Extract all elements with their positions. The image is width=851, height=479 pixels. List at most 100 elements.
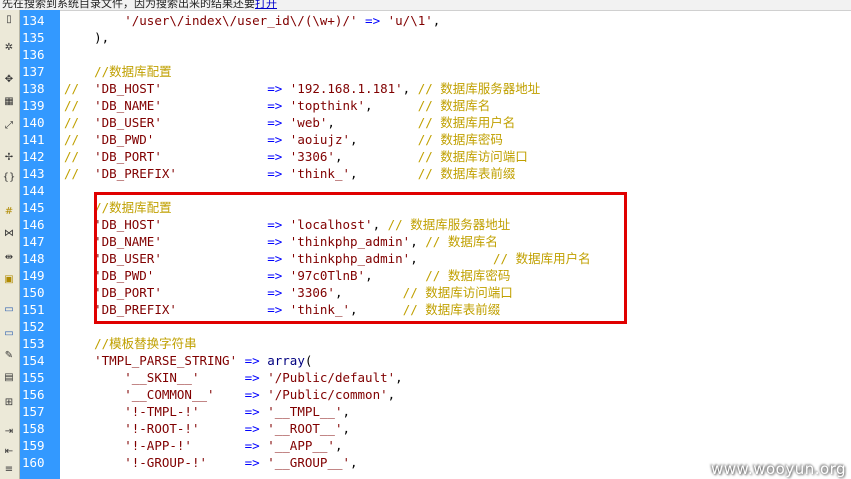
code-token: 'localhost' [289,217,373,232]
image-icon[interactable]: ▣ [2,272,16,286]
line-number: 152 [22,319,45,334]
code-token: , [334,438,343,453]
code-token: 'DB_PREFIX' [94,302,177,317]
line-number: 158 [22,421,45,436]
hash-icon[interactable]: # [2,204,16,218]
code-token: , [402,81,418,96]
table-icon[interactable]: ⊞ [2,395,16,409]
line-number: 134 [22,13,45,28]
code-token: => [267,149,290,164]
split-icon[interactable]: ⇹ [2,250,16,264]
move-icon[interactable]: ✥ [2,72,16,86]
line-number: 157 [22,404,45,419]
code-token: , [350,166,418,181]
code-token: '97c0TlnB' [289,268,366,283]
line-number: 142 [22,149,45,164]
code-token: ), [64,30,110,45]
gear-icon[interactable]: ✲ [2,40,16,54]
code-token: , [350,455,358,470]
code-token: 'u/\1' [387,13,433,28]
code-token: '!-APP-!' [124,438,192,453]
outdent-icon[interactable]: ⇤ [2,444,16,458]
code-token: // [64,132,95,147]
code-token: '!-GROUP-!' [124,455,208,470]
code-token: => [244,404,268,419]
code-token: // [64,81,95,96]
code-token: '__TMPL__' [267,404,343,419]
indent-icon[interactable]: ⇥ [2,424,16,438]
edit-icon[interactable]: ✎ [2,348,16,362]
code-token: '3306' [289,149,335,164]
code-token: 'DB_PWD' [94,268,155,283]
select-icon[interactable]: ▦ [2,94,16,108]
code-token: => [244,387,268,402]
code-token: // 数据库用户名 [417,115,516,130]
code-token: => [267,302,290,317]
line-number: 146 [22,217,45,232]
code-token: => [244,438,268,453]
code-token: 'thinkphp_admin' [289,251,411,266]
code-token: '!-ROOT-!' [124,421,200,436]
code-token: => [267,132,290,147]
code-token: // [64,115,95,130]
code-token: => [267,285,290,300]
code-token: , [387,387,396,402]
code-token: 'DB_HOST' [94,81,162,96]
code-token: // 数据库表前缀 [402,302,501,317]
line-number: 140 [22,115,45,130]
code-token: , [327,115,418,130]
wrap-icon[interactable]: ⋈ [2,226,16,240]
code-token: , [365,98,418,113]
line-number: 136 [22,47,45,62]
code-token: // 数据库访问端口 [402,285,513,300]
line-number: 159 [22,438,45,453]
code-token: '!-TMPL-!' [124,404,200,419]
line-number: 154 [22,353,45,368]
line-number: 150 [22,285,45,300]
comment-add-icon[interactable]: ▭ [2,326,16,340]
code-token: => [244,455,268,470]
braces-icon[interactable]: {} [2,170,16,184]
code-token: , [410,234,426,249]
document-icon[interactable]: ▤ [2,370,16,384]
code-token: '__COMMON__' [124,387,215,402]
line-number: 139 [22,98,45,113]
comment-icon[interactable]: ▭ [2,302,16,316]
code-token: // 数据库密码 [417,132,503,147]
code-token: '__SKIN__' [124,370,200,385]
code-token: , [342,421,351,436]
code-token: '/user\/index\/user_id\/(\w+)/' [124,13,358,28]
new-file-icon[interactable]: ▯ [2,12,16,26]
expand-icon[interactable]: ⤢ [2,118,16,132]
code-token: 'DB_NAME' [94,234,162,249]
code-token: 'think_' [289,302,351,317]
title-link[interactable]: 打开 [255,0,277,10]
code-token: 'topthink' [289,98,366,113]
line-number: 155 [22,370,45,385]
line-number: 153 [22,336,45,351]
collapse-icon[interactable]: ✢ [2,150,16,164]
code-token: => [244,370,268,385]
code-token: // [64,98,95,113]
list-icon[interactable]: ≡ [2,462,16,476]
code-token: , [372,217,388,232]
code-token: 'DB_PORT' [94,285,162,300]
code-token: , [350,302,403,317]
code-token: => [267,251,290,266]
code-editor[interactable]: 134 '/user\/index\/user_id\/(\w+)/' => '… [22,10,851,479]
